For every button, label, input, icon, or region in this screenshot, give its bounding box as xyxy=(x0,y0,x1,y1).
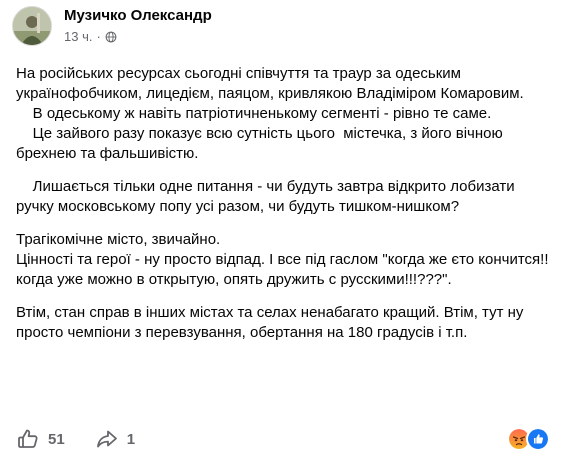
author-name[interactable]: Музичко Олександр xyxy=(64,6,212,26)
like-count: 51 xyxy=(48,430,65,448)
post-line: Це зайвого разу показує всю сутність цьо… xyxy=(16,125,507,162)
post-line: В одеському ж навіть патріотичненькому с… xyxy=(16,105,492,122)
post-line: Цінності та герої - ну просто відпад. І … xyxy=(16,251,553,288)
share-count: 1 xyxy=(126,430,136,448)
share-button[interactable]: 1 xyxy=(95,427,135,451)
reactions-summary[interactable] xyxy=(507,427,550,451)
post-text: На російських ресурсах сьогодні співчутт… xyxy=(16,64,550,343)
share-arrow-icon xyxy=(96,430,117,448)
thumbs-up-icon xyxy=(18,429,38,448)
avatar-image xyxy=(13,7,51,45)
post-line: Втім, стан справ в інших містах та селах… xyxy=(16,304,528,341)
post-line: Лишається тільки одне питання - чи будут… xyxy=(16,178,519,215)
like-button[interactable]: 51 xyxy=(16,427,65,451)
avatar[interactable] xyxy=(12,6,52,46)
post-footer: 51 1 xyxy=(16,424,550,454)
like-reaction-icon xyxy=(526,427,550,451)
post-header: Музичко Олександр 13 ч. · xyxy=(12,6,212,46)
post-meta: Музичко Олександр 13 ч. · xyxy=(64,6,212,46)
post-line: На російських ресурсах сьогодні співчутт… xyxy=(16,65,524,102)
facebook-post: Музичко Олександр 13 ч. · На російських … xyxy=(0,0,564,465)
post-timestamp[interactable]: 13 ч. xyxy=(64,28,92,46)
post-line: Трагікомічне місто, звичайно. xyxy=(16,231,221,248)
post-time-row: 13 ч. · xyxy=(64,28,212,46)
globe-icon[interactable] xyxy=(105,31,117,43)
meta-separator: · xyxy=(96,29,101,44)
